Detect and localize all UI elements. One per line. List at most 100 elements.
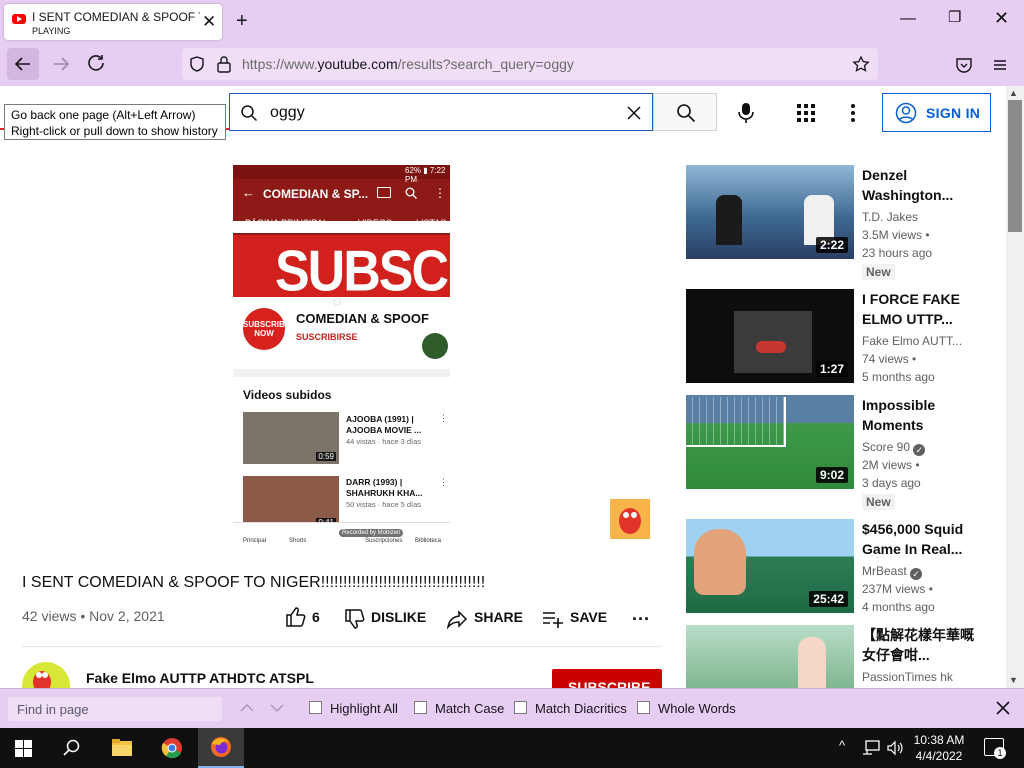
related-title[interactable]: I FORCE FAKE ELMO UTTP... [862, 289, 980, 329]
save-label: SAVE [570, 609, 608, 625]
find-input[interactable]: Find in page [8, 697, 222, 721]
related-title[interactable]: Impossible Moments [862, 395, 980, 435]
bookmark-star-icon[interactable] [852, 55, 870, 73]
scroll-down-icon[interactable]: ▼ [1009, 675, 1018, 685]
loading-spinner-icon: ◌ [333, 293, 342, 309]
related-channel[interactable]: T.D. Jakes [862, 210, 918, 224]
highlight-all-label[interactable]: Highlight All [330, 701, 398, 716]
hamburger-menu-icon[interactable] [991, 56, 1009, 74]
verified-check-icon: ✓ [913, 444, 926, 456]
related-channel[interactable]: MrBeast ✓ [862, 564, 923, 580]
back-button-tooltip: Go back one page (Alt+Left Arrow) Right-… [4, 104, 226, 140]
notification-center-icon[interactable]: 1 [984, 738, 1006, 759]
tray-overflow-icon[interactable]: ^ [839, 738, 845, 753]
tab-close-icon[interactable]: ✕ [202, 12, 216, 32]
related-channel[interactable]: Fake Elmo AUTT... [862, 334, 962, 348]
volume-icon[interactable] [886, 740, 904, 756]
account-icon [895, 102, 917, 124]
related-thumbnail[interactable]: 25:42 [686, 519, 854, 613]
find-previous-icon[interactable] [240, 703, 254, 713]
thumbs-down-icon [345, 609, 365, 629]
related-thumbnail[interactable] [686, 625, 854, 688]
upload-duration: 0:59 [316, 452, 336, 461]
browser-tab-active[interactable]: I SENT COMEDIAN & SPOOF TO NIGER!!!!!!!!… [4, 4, 222, 40]
reload-icon [88, 55, 104, 71]
search-button[interactable] [653, 93, 717, 131]
whole-words-label[interactable]: Whole Words [658, 701, 736, 716]
scrollbar-thumb[interactable] [1008, 100, 1022, 232]
highlight-all-checkbox[interactable] [309, 701, 322, 714]
related-thumbnail[interactable]: 1:27 [686, 289, 854, 383]
upload-thumbnail: 0:59 [243, 412, 339, 464]
related-thumbnail[interactable]: 9:02 [686, 395, 854, 489]
match-case-checkbox[interactable] [414, 701, 427, 714]
more-actions-icon[interactable]: ... [632, 604, 650, 625]
upload-title-line: DARR (1993) | [346, 477, 403, 487]
forward-button[interactable] [48, 48, 80, 80]
sign-in-button[interactable]: SIGN IN [882, 93, 991, 132]
related-views: 237M views • [862, 582, 933, 596]
channel-watermark-avatar[interactable] [610, 499, 650, 539]
video-player[interactable]: 62% ▮ 7:22 PM ← COMEDIAN & SP... ⋮ PÁGIN… [233, 165, 450, 549]
related-title[interactable]: 【點解花樣年華嘅女仔會咁... [862, 625, 980, 665]
arrow-left-icon [14, 57, 30, 71]
new-tab-icon[interactable]: + [236, 10, 248, 33]
share-label: SHARE [474, 609, 524, 625]
upload-more-icon: ⋮ [439, 413, 448, 423]
back-button[interactable] [7, 48, 39, 80]
more-vertical-icon[interactable] [850, 103, 856, 123]
tab-playing-status: PLAYING [32, 26, 71, 36]
phone-clock: 62% ▮ 7:22 PM [405, 166, 446, 184]
sign-in-label: SIGN IN [926, 105, 981, 121]
windows-start-icon[interactable] [15, 740, 32, 757]
match-diacritics-label[interactable]: Match Diacritics [535, 701, 627, 716]
match-case-label[interactable]: Match Case [435, 701, 504, 716]
url-text[interactable]: https://www.youtube.com/results?search_q… [242, 56, 574, 72]
search-input[interactable]: oggy [229, 93, 653, 131]
match-diacritics-checkbox[interactable] [514, 701, 527, 714]
dislike-label: DISLIKE [371, 609, 427, 625]
related-thumbnail[interactable]: 2:22 [686, 165, 854, 259]
avatar-text: SUBSCRIBE NOW [243, 320, 291, 338]
url-prefix: https://www. [242, 56, 318, 72]
phone-channel-name: COMEDIAN & SPOOF [296, 311, 429, 326]
window-maximize-icon[interactable]: ❐ [948, 8, 961, 26]
notification-count: 1 [994, 747, 1006, 759]
file-explorer-icon[interactable] [111, 738, 133, 758]
clear-search-icon[interactable] [626, 105, 642, 121]
windows-taskbar: ^ 10:38 AM 4/4/2022 1 [0, 728, 1024, 768]
url-domain: youtube.com [317, 56, 398, 72]
lock-icon[interactable] [216, 55, 232, 73]
pocket-icon[interactable] [955, 56, 973, 74]
window-close-icon[interactable]: ✕ [994, 8, 1009, 29]
reload-button[interactable] [82, 48, 114, 80]
search-query-text[interactable]: oggy [270, 104, 305, 122]
upload-title-line: SHAHRUKH KHA... [346, 488, 423, 498]
taskbar-search-icon[interactable] [63, 739, 81, 757]
address-bar[interactable]: https://www.youtube.com/results?search_q… [182, 48, 878, 80]
subscribe-button[interactable]: SUBSCRIBE [552, 669, 662, 689]
channel-banner: SUBSCRIBE [233, 235, 450, 297]
whole-words-checkbox[interactable] [637, 701, 650, 714]
related-channel[interactable]: Score 90 ✓ [862, 440, 926, 456]
scroll-up-icon[interactable]: ▲ [1009, 88, 1018, 98]
close-find-bar-icon[interactable] [996, 701, 1010, 715]
arrow-right-icon [54, 57, 70, 71]
tooltip-line-1: Go back one page (Alt+Left Arrow) [11, 108, 196, 122]
find-next-icon[interactable] [270, 703, 284, 713]
uploader-name[interactable]: Fake Elmo AUTTP ATHDTC ATSPL [86, 670, 314, 686]
related-title[interactable]: Denzel Washington... [862, 165, 980, 205]
apps-grid-icon[interactable] [797, 104, 815, 122]
window-minimize-icon[interactable]: — [900, 10, 916, 28]
chrome-icon[interactable] [161, 737, 183, 759]
related-channel[interactable]: PassionTimes hk [862, 670, 953, 684]
network-icon[interactable] [862, 740, 880, 756]
thumbnail-goal-net [686, 397, 786, 447]
microphone-icon[interactable] [737, 102, 755, 124]
system-clock[interactable]: 10:38 AM 4/4/2022 [910, 732, 968, 764]
related-title[interactable]: $456,000 Squid Game In Real... [862, 519, 980, 559]
taskbar-firefox-active[interactable] [198, 728, 244, 768]
phone-divider [233, 369, 450, 377]
shield-icon[interactable] [188, 55, 206, 73]
video-views-date: 42 views • Nov 2, 2021 [22, 608, 165, 624]
